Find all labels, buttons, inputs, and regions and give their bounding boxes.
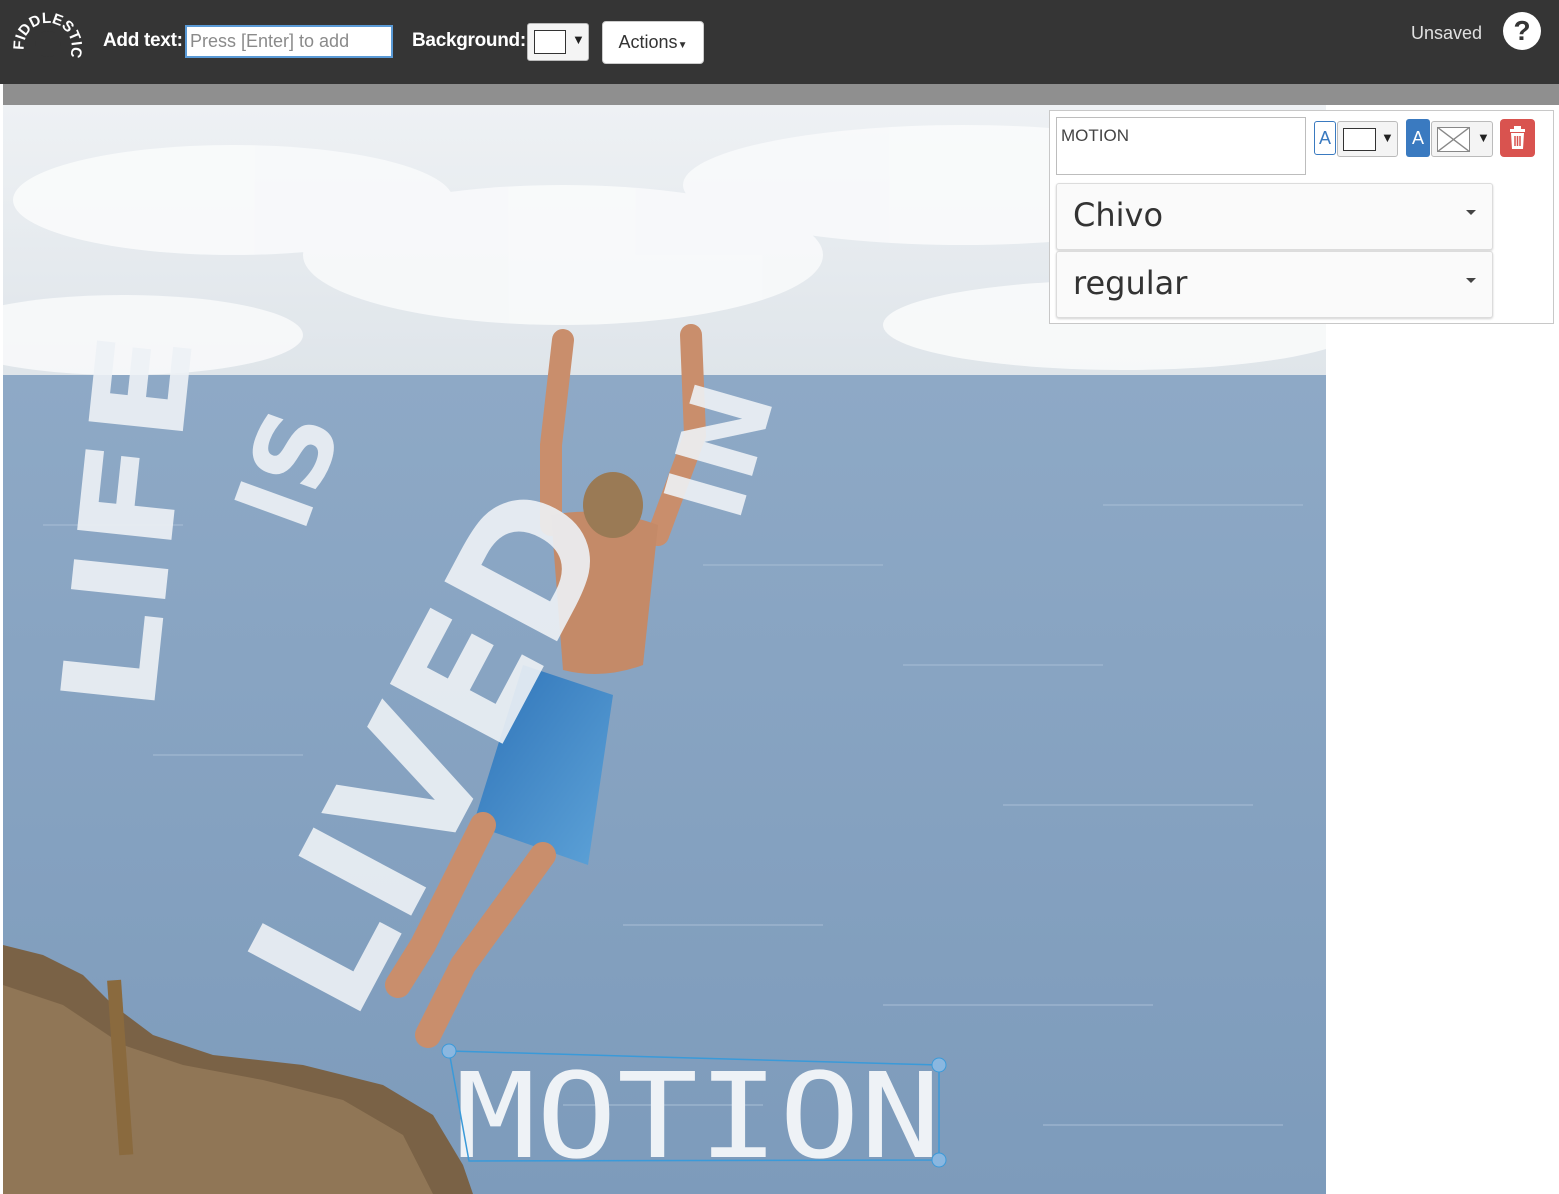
resize-handle-top-right[interactable] bbox=[931, 1057, 947, 1073]
background-label: Background: bbox=[412, 30, 526, 51]
font-family-select[interactable]: Chivo bbox=[1056, 183, 1493, 250]
top-toolbar: FIDDLESTICKS Add text: Background: ▼ Act… bbox=[0, 0, 1559, 84]
text-content-input[interactable]: MOTION bbox=[1056, 117, 1306, 175]
dropdown-arrow-icon bbox=[1466, 210, 1476, 215]
chevron-down-icon: ▼ bbox=[1381, 130, 1394, 145]
font-family-value: Chivo bbox=[1073, 196, 1164, 234]
add-text-label: Add text: bbox=[103, 30, 183, 51]
chevron-down-icon: ▼ bbox=[1477, 130, 1490, 145]
text-color-picker[interactable]: ▼ bbox=[1337, 121, 1398, 157]
font-weight-value: regular bbox=[1073, 264, 1188, 302]
resize-handle-top-left[interactable] bbox=[441, 1043, 457, 1059]
save-status: Unsaved bbox=[1411, 23, 1483, 43]
background-color-swatch bbox=[534, 30, 566, 54]
text-properties-panel: MOTION A ▼ A ▼ Chivo regular bbox=[1049, 110, 1554, 324]
actions-button[interactable]: Actions▼ bbox=[602, 21, 704, 64]
transparent-swatch-icon bbox=[1437, 127, 1470, 152]
text-color-swatch bbox=[1343, 128, 1376, 151]
text-background-color-picker[interactable]: ▼ bbox=[1431, 121, 1493, 157]
delete-text-button[interactable] bbox=[1500, 119, 1535, 157]
trash-icon bbox=[1510, 126, 1525, 149]
canvas-text-motion[interactable]: MOTION bbox=[441, 1043, 947, 1185]
text-color-letter-icon: A bbox=[1314, 121, 1336, 155]
background-color-picker[interactable]: ▼ bbox=[527, 23, 589, 61]
svg-text:MOTION: MOTION bbox=[455, 1047, 941, 1185]
text-background-letter-icon: A bbox=[1406, 119, 1430, 157]
actions-label: Actions bbox=[618, 32, 678, 52]
caret-down-icon: ▼ bbox=[677, 40, 688, 51]
add-text-input[interactable] bbox=[185, 25, 393, 58]
dropdown-arrow-icon bbox=[1466, 278, 1476, 283]
resize-handle-bottom-right[interactable] bbox=[931, 1152, 947, 1168]
font-weight-select[interactable]: regular bbox=[1056, 251, 1493, 318]
chevron-down-icon: ▼ bbox=[572, 32, 585, 47]
toolbar-divider bbox=[3, 84, 1559, 105]
fiddlesticks-logo[interactable]: FIDDLESTICKS bbox=[12, 8, 84, 78]
help-icon[interactable]: ? bbox=[1503, 12, 1541, 50]
